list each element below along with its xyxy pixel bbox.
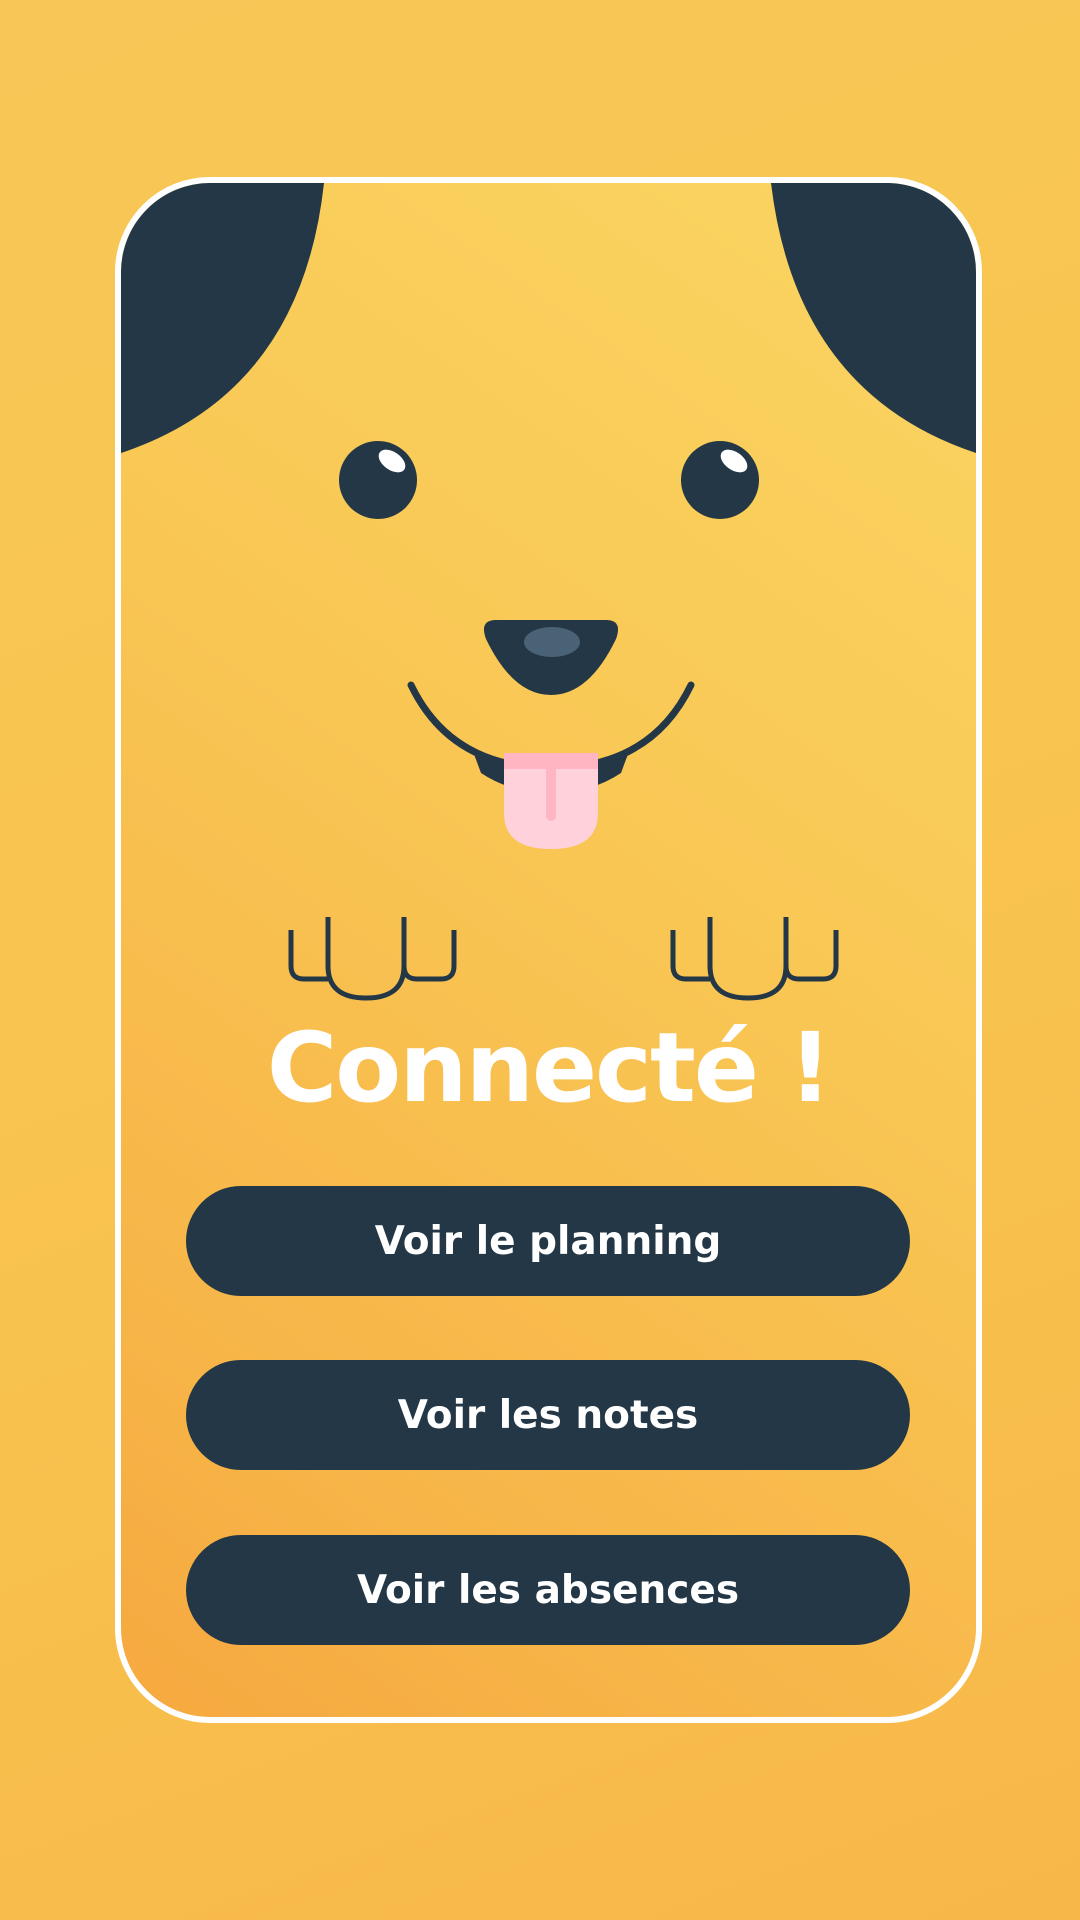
dog-face-illustration (121, 183, 976, 1001)
left-ear-icon (121, 183, 324, 453)
view-notes-button[interactable]: Voir les notes (186, 1360, 910, 1470)
right-eye-icon (681, 441, 759, 519)
right-paw-icon (670, 917, 839, 1001)
login-success-card: Connecté ! Voir le planning Voir les not… (115, 177, 982, 1723)
tongue-icon (504, 753, 598, 849)
connection-status-title: Connecté ! (266, 1012, 832, 1124)
nose-icon (483, 620, 619, 695)
view-absences-button[interactable]: Voir les absences (186, 1535, 910, 1645)
right-ear-icon (771, 183, 976, 453)
left-paw-icon (288, 917, 457, 1001)
view-planning-button[interactable]: Voir le planning (186, 1186, 910, 1296)
left-eye-icon (339, 441, 417, 519)
